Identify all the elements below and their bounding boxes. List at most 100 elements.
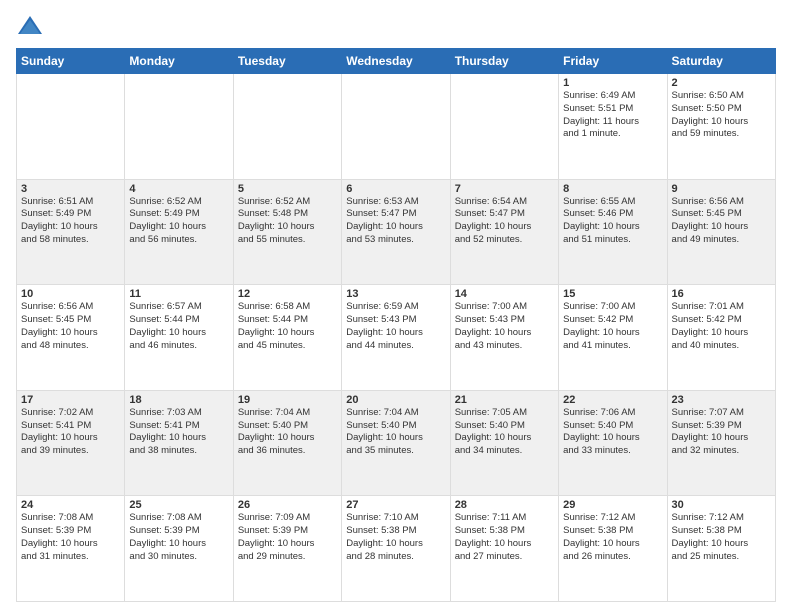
day-info: Sunrise: 7:03 AM Sunset: 5:41 PM Dayligh…: [129, 407, 228, 458]
day-cell: [450, 74, 558, 180]
day-cell: 20Sunrise: 7:04 AM Sunset: 5:40 PM Dayli…: [342, 390, 450, 496]
day-info: Sunrise: 7:12 AM Sunset: 5:38 PM Dayligh…: [563, 512, 662, 563]
day-info: Sunrise: 6:55 AM Sunset: 5:46 PM Dayligh…: [563, 196, 662, 247]
day-cell: 16Sunrise: 7:01 AM Sunset: 5:42 PM Dayli…: [667, 285, 775, 391]
day-number: 23: [672, 394, 771, 406]
day-cell: 28Sunrise: 7:11 AM Sunset: 5:38 PM Dayli…: [450, 496, 558, 602]
page: SundayMondayTuesdayWednesdayThursdayFrid…: [0, 0, 792, 612]
day-info: Sunrise: 6:52 AM Sunset: 5:49 PM Dayligh…: [129, 196, 228, 247]
day-number: 15: [563, 288, 662, 300]
day-cell: 9Sunrise: 6:56 AM Sunset: 5:45 PM Daylig…: [667, 179, 775, 285]
day-info: Sunrise: 7:00 AM Sunset: 5:43 PM Dayligh…: [455, 301, 554, 352]
day-cell: [342, 74, 450, 180]
calendar-table: SundayMondayTuesdayWednesdayThursdayFrid…: [16, 48, 776, 602]
day-number: 28: [455, 499, 554, 511]
day-cell: 26Sunrise: 7:09 AM Sunset: 5:39 PM Dayli…: [233, 496, 341, 602]
weekday-friday: Friday: [559, 49, 667, 74]
day-cell: [233, 74, 341, 180]
day-number: 6: [346, 183, 445, 195]
day-number: 10: [21, 288, 120, 300]
week-row-2: 10Sunrise: 6:56 AM Sunset: 5:45 PM Dayli…: [17, 285, 776, 391]
day-cell: 22Sunrise: 7:06 AM Sunset: 5:40 PM Dayli…: [559, 390, 667, 496]
day-info: Sunrise: 7:10 AM Sunset: 5:38 PM Dayligh…: [346, 512, 445, 563]
day-info: Sunrise: 7:08 AM Sunset: 5:39 PM Dayligh…: [21, 512, 120, 563]
day-info: Sunrise: 6:51 AM Sunset: 5:49 PM Dayligh…: [21, 196, 120, 247]
day-cell: 3Sunrise: 6:51 AM Sunset: 5:49 PM Daylig…: [17, 179, 125, 285]
day-number: 21: [455, 394, 554, 406]
day-info: Sunrise: 7:07 AM Sunset: 5:39 PM Dayligh…: [672, 407, 771, 458]
day-number: 16: [672, 288, 771, 300]
day-info: Sunrise: 7:12 AM Sunset: 5:38 PM Dayligh…: [672, 512, 771, 563]
day-cell: 6Sunrise: 6:53 AM Sunset: 5:47 PM Daylig…: [342, 179, 450, 285]
day-cell: 27Sunrise: 7:10 AM Sunset: 5:38 PM Dayli…: [342, 496, 450, 602]
day-cell: 1Sunrise: 6:49 AM Sunset: 5:51 PM Daylig…: [559, 74, 667, 180]
day-info: Sunrise: 6:50 AM Sunset: 5:50 PM Dayligh…: [672, 90, 771, 141]
day-info: Sunrise: 7:11 AM Sunset: 5:38 PM Dayligh…: [455, 512, 554, 563]
day-info: Sunrise: 6:49 AM Sunset: 5:51 PM Dayligh…: [563, 90, 662, 141]
day-cell: 23Sunrise: 7:07 AM Sunset: 5:39 PM Dayli…: [667, 390, 775, 496]
day-cell: 8Sunrise: 6:55 AM Sunset: 5:46 PM Daylig…: [559, 179, 667, 285]
day-info: Sunrise: 6:54 AM Sunset: 5:47 PM Dayligh…: [455, 196, 554, 247]
weekday-wednesday: Wednesday: [342, 49, 450, 74]
day-number: 14: [455, 288, 554, 300]
day-number: 4: [129, 183, 228, 195]
day-number: 12: [238, 288, 337, 300]
day-number: 24: [21, 499, 120, 511]
day-number: 2: [672, 77, 771, 89]
day-number: 5: [238, 183, 337, 195]
logo: [16, 12, 48, 40]
day-cell: 17Sunrise: 7:02 AM Sunset: 5:41 PM Dayli…: [17, 390, 125, 496]
day-info: Sunrise: 7:06 AM Sunset: 5:40 PM Dayligh…: [563, 407, 662, 458]
week-row-4: 24Sunrise: 7:08 AM Sunset: 5:39 PM Dayli…: [17, 496, 776, 602]
day-cell: 5Sunrise: 6:52 AM Sunset: 5:48 PM Daylig…: [233, 179, 341, 285]
day-info: Sunrise: 7:05 AM Sunset: 5:40 PM Dayligh…: [455, 407, 554, 458]
day-cell: 13Sunrise: 6:59 AM Sunset: 5:43 PM Dayli…: [342, 285, 450, 391]
day-cell: 21Sunrise: 7:05 AM Sunset: 5:40 PM Dayli…: [450, 390, 558, 496]
week-row-3: 17Sunrise: 7:02 AM Sunset: 5:41 PM Dayli…: [17, 390, 776, 496]
day-cell: 11Sunrise: 6:57 AM Sunset: 5:44 PM Dayli…: [125, 285, 233, 391]
day-info: Sunrise: 7:00 AM Sunset: 5:42 PM Dayligh…: [563, 301, 662, 352]
day-cell: 10Sunrise: 6:56 AM Sunset: 5:45 PM Dayli…: [17, 285, 125, 391]
logo-icon: [16, 12, 44, 40]
day-info: Sunrise: 7:02 AM Sunset: 5:41 PM Dayligh…: [21, 407, 120, 458]
day-cell: 4Sunrise: 6:52 AM Sunset: 5:49 PM Daylig…: [125, 179, 233, 285]
day-info: Sunrise: 6:58 AM Sunset: 5:44 PM Dayligh…: [238, 301, 337, 352]
day-cell: 7Sunrise: 6:54 AM Sunset: 5:47 PM Daylig…: [450, 179, 558, 285]
day-cell: 25Sunrise: 7:08 AM Sunset: 5:39 PM Dayli…: [125, 496, 233, 602]
day-number: 29: [563, 499, 662, 511]
weekday-monday: Monday: [125, 49, 233, 74]
day-number: 25: [129, 499, 228, 511]
day-cell: 12Sunrise: 6:58 AM Sunset: 5:44 PM Dayli…: [233, 285, 341, 391]
day-cell: 18Sunrise: 7:03 AM Sunset: 5:41 PM Dayli…: [125, 390, 233, 496]
day-number: 22: [563, 394, 662, 406]
weekday-thursday: Thursday: [450, 49, 558, 74]
day-info: Sunrise: 6:52 AM Sunset: 5:48 PM Dayligh…: [238, 196, 337, 247]
day-info: Sunrise: 7:04 AM Sunset: 5:40 PM Dayligh…: [346, 407, 445, 458]
day-cell: 19Sunrise: 7:04 AM Sunset: 5:40 PM Dayli…: [233, 390, 341, 496]
day-cell: 30Sunrise: 7:12 AM Sunset: 5:38 PM Dayli…: [667, 496, 775, 602]
day-info: Sunrise: 7:08 AM Sunset: 5:39 PM Dayligh…: [129, 512, 228, 563]
day-number: 11: [129, 288, 228, 300]
day-info: Sunrise: 6:53 AM Sunset: 5:47 PM Dayligh…: [346, 196, 445, 247]
day-cell: 14Sunrise: 7:00 AM Sunset: 5:43 PM Dayli…: [450, 285, 558, 391]
day-info: Sunrise: 6:59 AM Sunset: 5:43 PM Dayligh…: [346, 301, 445, 352]
day-number: 13: [346, 288, 445, 300]
day-info: Sunrise: 6:56 AM Sunset: 5:45 PM Dayligh…: [21, 301, 120, 352]
day-info: Sunrise: 7:09 AM Sunset: 5:39 PM Dayligh…: [238, 512, 337, 563]
day-number: 19: [238, 394, 337, 406]
day-cell: [125, 74, 233, 180]
day-number: 17: [21, 394, 120, 406]
weekday-saturday: Saturday: [667, 49, 775, 74]
day-cell: 29Sunrise: 7:12 AM Sunset: 5:38 PM Dayli…: [559, 496, 667, 602]
day-cell: 24Sunrise: 7:08 AM Sunset: 5:39 PM Dayli…: [17, 496, 125, 602]
day-number: 30: [672, 499, 771, 511]
weekday-sunday: Sunday: [17, 49, 125, 74]
day-number: 7: [455, 183, 554, 195]
weekday-header-row: SundayMondayTuesdayWednesdayThursdayFrid…: [17, 49, 776, 74]
day-cell: [17, 74, 125, 180]
day-number: 3: [21, 183, 120, 195]
day-number: 27: [346, 499, 445, 511]
day-cell: 2Sunrise: 6:50 AM Sunset: 5:50 PM Daylig…: [667, 74, 775, 180]
day-info: Sunrise: 6:56 AM Sunset: 5:45 PM Dayligh…: [672, 196, 771, 247]
week-row-0: 1Sunrise: 6:49 AM Sunset: 5:51 PM Daylig…: [17, 74, 776, 180]
